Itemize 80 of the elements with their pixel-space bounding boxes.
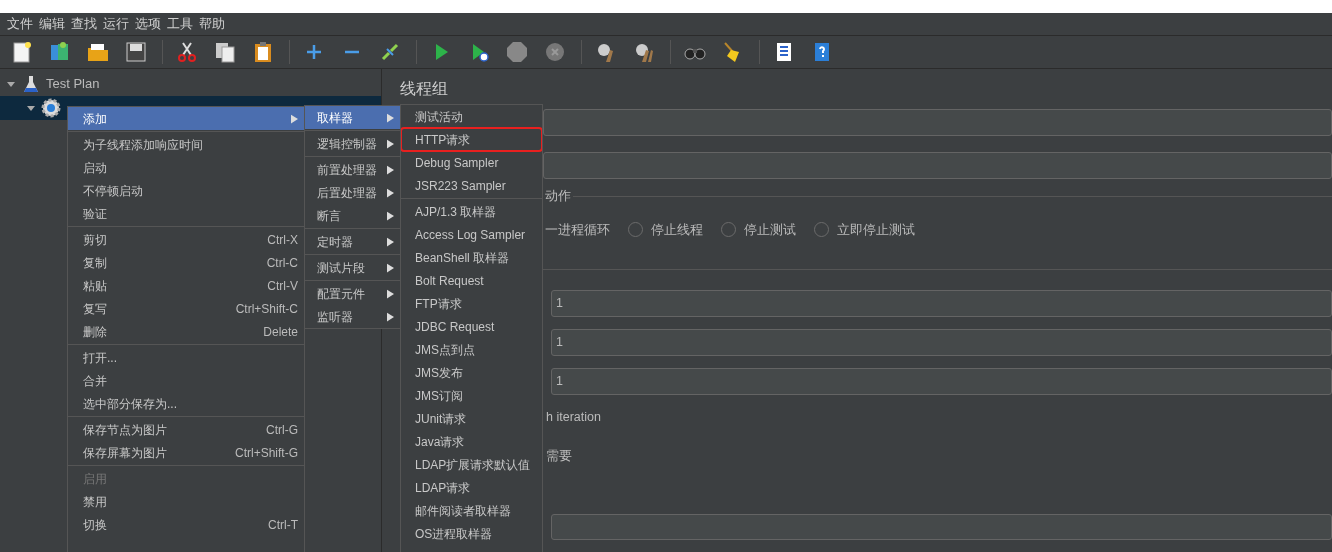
text-field[interactable] xyxy=(551,513,1332,540)
radio-button[interactable] xyxy=(628,222,643,237)
radio-button[interactable] xyxy=(721,222,736,237)
menu-item[interactable]: BeanShell 取样器 xyxy=(401,246,542,269)
menu-item[interactable]: LDAP扩展请求默认值 xyxy=(401,453,542,476)
menu-item[interactable]: 测试片段 xyxy=(305,256,400,279)
option-label: h iteration xyxy=(546,409,602,427)
radio-label: 一进程循环 xyxy=(545,220,610,239)
menu-item[interactable]: 查找 xyxy=(68,13,100,35)
number-field[interactable]: 1 xyxy=(551,329,1332,357)
menu-item[interactable]: 不停顿启动 xyxy=(68,179,304,202)
menu-item[interactable]: 文件 xyxy=(4,13,36,35)
menu-item[interactable]: JUnit请求 xyxy=(401,407,542,430)
menu-item[interactable]: 配置元件 xyxy=(305,282,400,305)
panel-title: 线程组 xyxy=(400,79,449,99)
menu-item[interactable]: FTP请求 xyxy=(401,292,542,315)
number-field[interactable]: 1 xyxy=(551,368,1332,396)
menu-item[interactable]: JDBC Request xyxy=(401,315,542,338)
shutdown-icon[interactable] xyxy=(543,40,567,64)
menu-item[interactable]: Java请求 xyxy=(401,430,542,453)
radio-label[interactable]: 停止测试 xyxy=(744,219,796,240)
cut-icon[interactable] xyxy=(175,40,199,64)
menu-item[interactable]: Bolt Request xyxy=(401,269,542,292)
menu-item[interactable]: 运行 xyxy=(100,13,132,35)
radio-button[interactable] xyxy=(814,222,829,237)
menu-item[interactable]: JSR223 Sampler xyxy=(401,174,542,197)
menu-item[interactable]: 剪切 Ctrl-X xyxy=(68,228,304,251)
menu-item[interactable]: OS进程取样器 xyxy=(401,522,542,545)
menu-item[interactable]: 帮助 xyxy=(196,13,228,35)
menu-item[interactable]: 选中部分保存为... xyxy=(68,392,304,415)
menu-item[interactable]: JMS订阅 xyxy=(401,384,542,407)
menu-item[interactable]: 测试活动 xyxy=(401,105,542,128)
text-field[interactable] xyxy=(543,152,1332,179)
menu-item[interactable]: 打开... xyxy=(68,346,304,369)
menu-item[interactable]: 保存屏幕为图片 Ctrl+Shift-G xyxy=(68,441,304,464)
number-field[interactable]: 1 xyxy=(551,290,1332,318)
menu-item[interactable]: AJP/1.3 取样器 xyxy=(401,200,542,223)
text-field[interactable] xyxy=(543,109,1332,136)
radio-label[interactable]: 立即停止测试 xyxy=(837,219,915,240)
radio-label[interactable]: 停止线程 xyxy=(651,219,703,240)
expand-caret-icon[interactable] xyxy=(26,103,36,113)
menu-item[interactable]: JMS发布 xyxy=(401,361,542,384)
menu-item[interactable]: 复写 Ctrl+Shift-C xyxy=(68,297,304,320)
group-label: 动作 xyxy=(545,188,571,205)
menu-item[interactable]: 验证 xyxy=(68,202,304,225)
menu-item[interactable]: Access Log Sampler xyxy=(401,223,542,246)
save-icon[interactable] xyxy=(124,40,148,64)
menu-item[interactable]: 禁用 xyxy=(68,490,304,513)
menu-item[interactable]: 添加 xyxy=(68,107,304,130)
menu-item[interactable]: 粘贴 Ctrl-V xyxy=(68,274,304,297)
menu-item[interactable]: 监听器 xyxy=(305,305,400,328)
menu-item[interactable]: 定时器 xyxy=(305,230,400,253)
menu-item[interactable]: 工具 xyxy=(164,13,196,35)
menu-item[interactable]: 保存节点为图片 Ctrl-G xyxy=(68,418,304,441)
expand-caret-icon[interactable] xyxy=(6,79,16,89)
gear-icon xyxy=(41,98,61,118)
menu-item[interactable]: JMS点到点 xyxy=(401,338,542,361)
menu-item[interactable]: 邮件阅读者取样器 xyxy=(401,499,542,522)
new-file-icon[interactable] xyxy=(10,40,34,64)
menu-item[interactable]: 复制 Ctrl-C xyxy=(68,251,304,274)
menu-item[interactable]: 编辑 xyxy=(36,13,68,35)
menu-item[interactable]: 逻辑控制器 xyxy=(305,132,400,155)
stop-icon[interactable] xyxy=(505,40,529,64)
menu-item[interactable]: 后置处理器 xyxy=(305,181,400,204)
tree-label[interactable]: Test Plan xyxy=(46,74,100,94)
menu-item[interactable]: 断言 xyxy=(305,204,400,227)
menu-item[interactable]: 删除 Delete xyxy=(68,320,304,343)
menu-item[interactable]: 前置处理器 xyxy=(305,158,400,181)
menu-item[interactable]: 切换 Ctrl-T xyxy=(68,513,304,536)
menu-item[interactable]: 取样器 xyxy=(305,106,400,129)
copy-icon[interactable] xyxy=(213,40,237,64)
flask-icon xyxy=(21,74,41,94)
menu-item[interactable]: LDAP请求 xyxy=(401,476,542,499)
menu-item[interactable]: 合并 xyxy=(68,369,304,392)
option-label: 需要 xyxy=(546,448,573,465)
menu-item[interactable]: 为子线程添加响应时间 xyxy=(68,133,304,156)
menu-item[interactable]: Debug Sampler xyxy=(401,151,542,174)
menu-item[interactable]: 启动 xyxy=(68,156,304,179)
menu-item[interactable]: 选项 xyxy=(132,13,164,35)
menu-item[interactable]: HTTP请求 xyxy=(401,128,542,151)
